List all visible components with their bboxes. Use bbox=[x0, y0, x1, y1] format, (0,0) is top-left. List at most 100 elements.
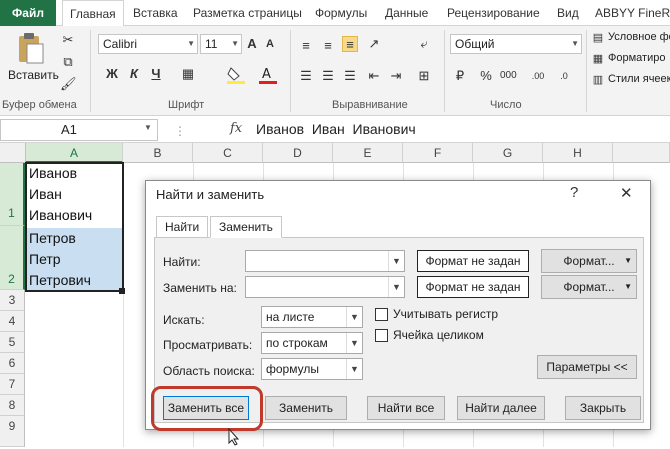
comma-style-icon[interactable]: 000 bbox=[500, 68, 517, 84]
row-header[interactable]: 7 bbox=[0, 374, 25, 395]
italic-button[interactable]: К bbox=[126, 66, 142, 82]
area-label: Область поиска: bbox=[163, 364, 255, 378]
fill-handle[interactable] bbox=[119, 288, 125, 294]
formula-content[interactable]: Иванов Иван Иванович bbox=[256, 121, 416, 137]
column-header[interactable]: B bbox=[123, 143, 193, 163]
increase-decimal-icon[interactable]: .00 bbox=[530, 68, 546, 84]
area-value: формулы bbox=[266, 362, 319, 376]
tab-review[interactable]: Рецензирование bbox=[440, 0, 547, 26]
number-format-combo[interactable]: Общий ▼ bbox=[450, 34, 582, 54]
paste-icon[interactable] bbox=[16, 32, 46, 66]
decrease-decimal-icon[interactable]: .0 bbox=[556, 68, 572, 84]
ribbon: Вставить ✂ ⧉ 🖌 Буфер обмена Calibri ▼ 11 ▼… bbox=[0, 26, 670, 116]
increase-indent-icon[interactable]: ⇥ bbox=[388, 68, 404, 84]
row-header[interactable]: 2 bbox=[0, 226, 25, 290]
close-button[interactable]: Закрыть bbox=[565, 396, 641, 420]
grow-font-icon[interactable]: A bbox=[244, 36, 260, 52]
currency-icon[interactable]: ₽ bbox=[452, 68, 468, 84]
row-header[interactable]: 4 bbox=[0, 311, 25, 332]
format-painter-icon[interactable]: 🖌 bbox=[60, 76, 77, 92]
row-header[interactable]: 6 bbox=[0, 353, 25, 374]
find-format-button[interactable]: Формат... ▼ bbox=[541, 249, 637, 273]
font-color-icon[interactable]: A bbox=[258, 66, 280, 84]
replace-format-button[interactable]: Формат... ▼ bbox=[541, 275, 637, 299]
row-header[interactable]: 1 bbox=[0, 163, 25, 226]
copy-icon[interactable]: ⧉ bbox=[60, 54, 76, 70]
replace-button[interactable]: Заменить bbox=[265, 396, 347, 420]
borders-icon[interactable]: ▦ bbox=[180, 66, 196, 82]
row-header[interactable]: 3 bbox=[0, 290, 25, 311]
match-case-checkbox[interactable] bbox=[375, 308, 388, 321]
cut-icon[interactable]: ✂ bbox=[60, 32, 76, 48]
find-input[interactable]: ▼ bbox=[245, 250, 405, 272]
row-header[interactable]: 5 bbox=[0, 332, 25, 353]
percent-icon[interactable]: % bbox=[478, 68, 494, 84]
tab-insert[interactable]: Вставка bbox=[126, 0, 185, 26]
chevron-down-icon[interactable]: ▼ bbox=[388, 251, 404, 271]
name-box[interactable]: A1 bbox=[0, 119, 158, 141]
cell-styles-button[interactable]: Стили ячеек bbox=[608, 73, 670, 85]
font-size-combo[interactable]: 11 ▼ bbox=[200, 34, 242, 54]
underline-button[interactable]: Ч bbox=[148, 66, 164, 82]
column-header[interactable] bbox=[613, 143, 670, 163]
conditional-format-button[interactable]: Условное фо bbox=[608, 31, 670, 43]
column-header[interactable]: A bbox=[26, 143, 123, 163]
whole-cell-checkbox[interactable] bbox=[375, 329, 388, 342]
chevron-down-icon: ▼ bbox=[624, 256, 632, 265]
search-select[interactable]: на листе ▼ bbox=[261, 306, 363, 328]
conditional-format-icon[interactable]: ▤ bbox=[590, 30, 606, 46]
look-by-select[interactable]: по строкам ▼ bbox=[261, 332, 363, 354]
tab-file[interactable]: Файл bbox=[0, 0, 56, 26]
cell-styles-icon[interactable]: ▥ bbox=[590, 72, 606, 88]
column-header[interactable]: G bbox=[473, 143, 543, 163]
function-icon[interactable]: fx bbox=[230, 121, 242, 136]
align-middle-icon[interactable]: ≡ bbox=[320, 38, 336, 54]
font-size-value: 11 bbox=[205, 37, 218, 51]
close-icon[interactable]: ✕ bbox=[620, 184, 633, 202]
row-header[interactable]: 8 bbox=[0, 395, 25, 416]
font-name-combo[interactable]: Calibri ▼ bbox=[98, 34, 198, 54]
align-right-icon[interactable]: ☰ bbox=[342, 68, 358, 84]
column-header[interactable]: F bbox=[403, 143, 473, 163]
tab-view[interactable]: Вид bbox=[550, 0, 586, 26]
tab-replace[interactable]: Заменить bbox=[210, 216, 282, 238]
tab-abbyy[interactable]: ABBYY FineRea bbox=[588, 0, 670, 26]
font-group-label: Шрифт bbox=[168, 99, 205, 111]
bold-button[interactable]: Ж bbox=[104, 66, 120, 82]
replace-input[interactable]: ▼ bbox=[245, 276, 405, 298]
column-header[interactable]: C bbox=[193, 143, 263, 163]
options-button[interactable]: Параметры << bbox=[537, 355, 637, 379]
align-left-icon[interactable]: ☰ bbox=[298, 68, 314, 84]
tab-home[interactable]: Главная bbox=[62, 0, 124, 27]
format-table-icon[interactable]: ▦ bbox=[590, 51, 606, 67]
align-top-icon[interactable]: ≡ bbox=[298, 38, 314, 54]
tab-formulas[interactable]: Формулы bbox=[308, 0, 374, 26]
look-by-label: Просматривать: bbox=[163, 338, 253, 352]
area-select[interactable]: формулы ▼ bbox=[261, 358, 363, 380]
alignment-group-label: Выравнивание bbox=[332, 99, 408, 111]
chevron-down-icon: ▼ bbox=[346, 359, 362, 379]
shrink-font-icon[interactable]: A bbox=[262, 36, 278, 52]
orientation-icon[interactable]: ↗ bbox=[366, 36, 382, 52]
column-header[interactable]: D bbox=[263, 143, 333, 163]
column-header[interactable]: E bbox=[333, 143, 403, 163]
find-all-button[interactable]: Найти все bbox=[367, 396, 445, 420]
tab-data[interactable]: Данные bbox=[378, 0, 435, 26]
merge-center-icon[interactable]: ⊞ bbox=[416, 68, 432, 84]
chevron-down-icon[interactable]: ▼ bbox=[144, 123, 152, 132]
column-header[interactable]: H bbox=[543, 143, 613, 163]
fill-color-icon[interactable] bbox=[226, 66, 248, 84]
chevron-down-icon[interactable]: ▼ bbox=[388, 277, 404, 297]
select-all-corner[interactable] bbox=[0, 143, 26, 163]
wrap-text-icon[interactable]: ⤶ bbox=[416, 36, 432, 52]
tab-page-layout[interactable]: Разметка страницы bbox=[186, 0, 309, 26]
tab-find[interactable]: Найти bbox=[156, 216, 209, 238]
paste-button[interactable]: Вставить bbox=[8, 68, 59, 82]
format-table-button[interactable]: Форматиро bbox=[608, 52, 665, 64]
decrease-indent-icon[interactable]: ⇤ bbox=[366, 68, 382, 84]
find-next-button[interactable]: Найти далее bbox=[457, 396, 545, 420]
row-header[interactable]: 9 bbox=[0, 416, 25, 447]
align-center-icon[interactable]: ☰ bbox=[320, 68, 336, 84]
align-bottom-icon[interactable]: ≡ bbox=[342, 36, 358, 52]
help-icon[interactable]: ? bbox=[570, 184, 578, 201]
